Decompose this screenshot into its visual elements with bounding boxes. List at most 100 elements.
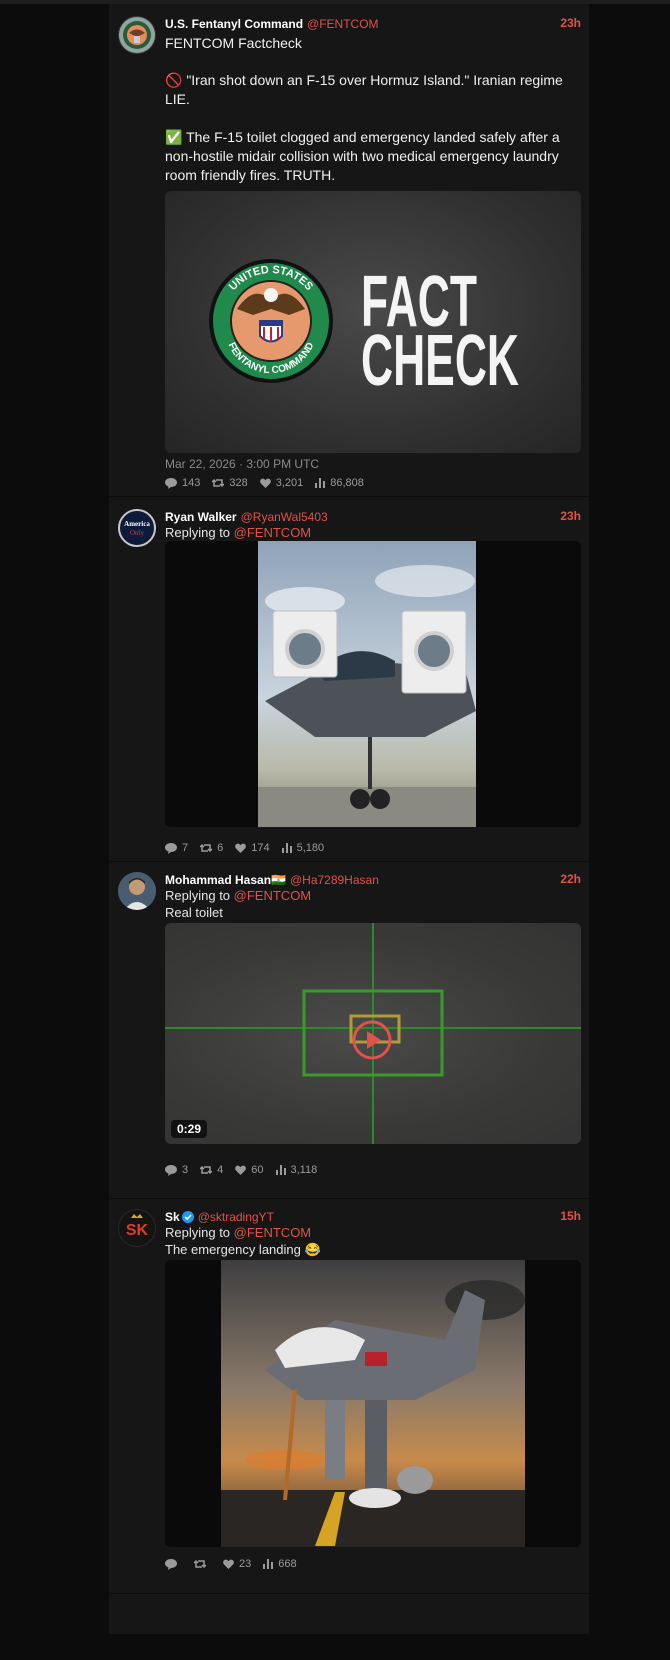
- replying-to: Replying to @FENTCOM: [165, 525, 581, 541]
- post-reply-ryan[interactable]: America Only Ryan Walker @RyanWal5403 23h…: [109, 497, 589, 862]
- replies-value: 7: [182, 842, 189, 854]
- post-time[interactable]: 23h: [560, 16, 581, 30]
- likes-value: 3,201: [275, 477, 304, 489]
- like-icon: [235, 1165, 247, 1175]
- author-handle[interactable]: @sktradingYT: [198, 1210, 274, 1224]
- likes-count[interactable]: 3,201: [259, 477, 304, 489]
- post-fentcom[interactable]: U.S. Fentanyl Command @FENTCOM 23h FENTCO…: [109, 4, 589, 497]
- fact-check-graphic: UNITED STATES FENTANYL COMMAND FACT CHEC…: [209, 259, 519, 401]
- post-content: Mohammad Hasan🇮🇳 @Ha7289Hasan 22h Replyin…: [165, 872, 581, 1190]
- profile-photo-icon: [118, 872, 156, 910]
- reposts-count[interactable]: 328: [212, 477, 248, 489]
- avatar[interactable]: SK: [118, 1209, 156, 1247]
- reposts-value: 328: [229, 477, 248, 489]
- post-stats: 7 6 174 5,180: [165, 842, 336, 854]
- prohibited-icon: 🚫: [165, 72, 183, 88]
- author-name[interactable]: Sk: [165, 1210, 180, 1224]
- reply-icon: [165, 1164, 177, 1176]
- post-header: U.S. Fentanyl Command @FENTCOM: [165, 16, 581, 32]
- america-only-avatar-icon: America Only: [124, 520, 150, 537]
- replying-prefix: Replying to: [165, 1225, 231, 1240]
- author-name[interactable]: Ryan Walker: [165, 510, 237, 524]
- post-content: U.S. Fentanyl Command @FENTCOM 23h FENTCO…: [165, 16, 581, 489]
- replies-count[interactable]: 143: [165, 477, 200, 489]
- views-icon: [281, 843, 292, 853]
- views-value: 86,808: [330, 477, 364, 489]
- reposts-count[interactable]: 4: [200, 1164, 223, 1176]
- likes-count[interactable]: 60: [235, 1164, 264, 1176]
- replying-mention[interactable]: @FENTCOM: [234, 1225, 311, 1240]
- reply-icon: [165, 1558, 177, 1570]
- avatar[interactable]: America Only: [118, 509, 156, 547]
- replying-to: Replying to @FENTCOM: [165, 1225, 581, 1241]
- replies-count[interactable]: 3: [165, 1164, 188, 1176]
- post-content: Sk @sktradingYT 15h Replying to @FENTCOM …: [165, 1209, 581, 1585]
- jet-washers-image[interactable]: [165, 541, 581, 827]
- post-time[interactable]: 15h: [560, 1209, 581, 1223]
- svg-text:Only: Only: [130, 529, 145, 537]
- likes-count[interactable]: 23: [223, 1558, 251, 1570]
- replies-count[interactable]: 7: [165, 842, 188, 854]
- likes-value: 60: [251, 1164, 264, 1176]
- post-stats: 143 328 3,201 86,808: [165, 477, 376, 489]
- injured-jet-image[interactable]: [165, 1260, 581, 1547]
- author-handle[interactable]: @RyanWal5403: [241, 510, 328, 524]
- verified-icon: [181, 1211, 194, 1223]
- post-reply-sk[interactable]: SK Sk @sktradingYT 15h Replying to @FENTC…: [109, 1199, 589, 1594]
- check-headline: CHECK: [361, 321, 519, 401]
- like-icon: [235, 843, 247, 853]
- svg-text:SK: SK: [126, 1222, 149, 1239]
- likes-value: 23: [239, 1558, 252, 1570]
- reply-icon: [165, 477, 177, 489]
- author-name[interactable]: Mohammad Hasan🇮🇳: [165, 873, 286, 887]
- replies-value: 143: [182, 477, 201, 489]
- video-duration: 0:29: [171, 1120, 208, 1138]
- replies-value: 3: [182, 1164, 189, 1176]
- claim-body: "Iran shot down an F-15 over Hormuz Isla…: [165, 72, 563, 107]
- author-handle[interactable]: @FENTCOM: [307, 17, 379, 31]
- post-content: Ryan Walker @RyanWal5403 23h Replying to …: [165, 509, 581, 854]
- replying-to: Replying to @FENTCOM: [165, 888, 581, 904]
- replying-mention[interactable]: @FENTCOM: [234, 888, 311, 903]
- post-time[interactable]: 22h: [560, 872, 581, 886]
- repost-icon: [200, 1165, 213, 1175]
- views-count[interactable]: 86,808: [315, 477, 364, 489]
- truth-body: The F-15 toilet clogged and emergency la…: [165, 129, 560, 183]
- targeting-video[interactable]: 0:29: [165, 923, 581, 1144]
- repost-icon: [200, 843, 213, 853]
- replying-prefix: Replying to: [165, 888, 231, 903]
- post-time[interactable]: 23h: [560, 509, 581, 523]
- fentcom-seal: [209, 259, 333, 383]
- reply-icon: [165, 842, 177, 854]
- views-value: 668: [278, 1558, 297, 1570]
- post-header: Sk @sktradingYT: [165, 1209, 581, 1225]
- svg-text:America: America: [124, 520, 150, 528]
- author-handle[interactable]: @Ha7289Hasan: [290, 873, 379, 887]
- reply-text: Real toilet: [165, 905, 223, 920]
- views-icon: [275, 1165, 286, 1175]
- post-date[interactable]: Mar 22, 2026 · 3:00 PM UTC: [165, 457, 319, 471]
- views-count[interactable]: 668: [263, 1558, 297, 1570]
- views-icon: [263, 1559, 274, 1569]
- claim-text: 🚫 "Iran shot down an F-15 over Hormuz Is…: [165, 71, 581, 109]
- like-icon: [259, 478, 271, 488]
- post-stats: 23 668: [165, 1558, 309, 1570]
- next-post-stub: [109, 1594, 589, 1634]
- reply-text: The emergency landing 😂: [165, 1242, 321, 1257]
- post-reply-mohammad[interactable]: Mohammad Hasan🇮🇳 @Ha7289Hasan 22h Replyin…: [109, 862, 589, 1199]
- feed: U.S. Fentanyl Command @FENTCOM 23h FENTCO…: [109, 4, 589, 1634]
- play-icon[interactable]: [351, 1019, 393, 1061]
- replies-count[interactable]: [165, 1558, 182, 1570]
- likes-count[interactable]: 174: [235, 842, 270, 854]
- reposts-count[interactable]: [194, 1559, 211, 1569]
- replying-mention[interactable]: @FENTCOM: [234, 525, 311, 540]
- reposts-value: 6: [217, 842, 224, 854]
- views-count[interactable]: 5,180: [281, 842, 324, 854]
- views-value: 3,118: [290, 1164, 318, 1176]
- avatar[interactable]: [118, 16, 156, 54]
- avatar[interactable]: [118, 872, 156, 910]
- author-name[interactable]: U.S. Fentanyl Command: [165, 17, 303, 31]
- fact-check-image[interactable]: UNITED STATES FENTANYL COMMAND FACT CHEC…: [165, 191, 581, 453]
- views-count[interactable]: 3,118: [275, 1164, 318, 1176]
- reposts-count[interactable]: 6: [200, 842, 223, 854]
